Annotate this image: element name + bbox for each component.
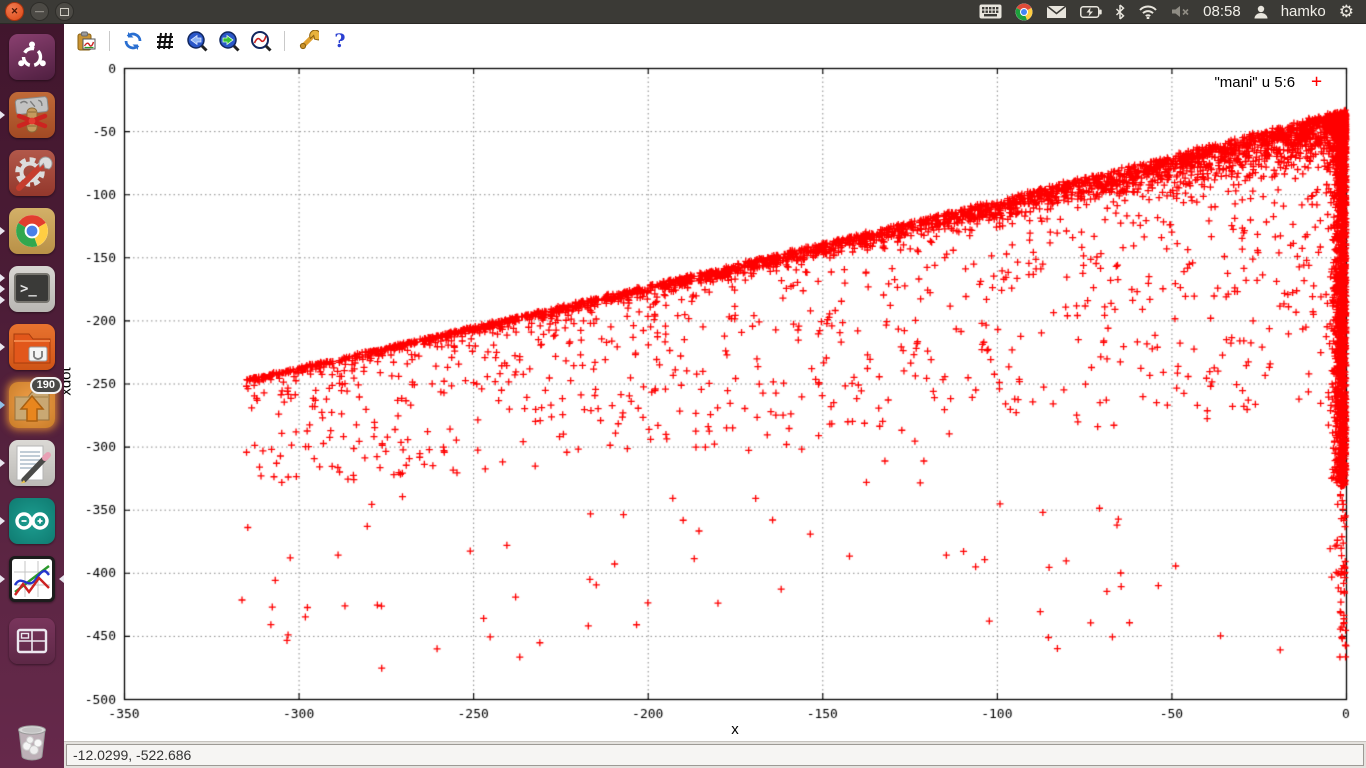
bluetooth-icon[interactable] xyxy=(1115,4,1125,20)
unity-launcher: >_ 190 xyxy=(0,24,64,768)
zoom-next-button[interactable] xyxy=(215,28,243,54)
launcher-item-terminal[interactable]: >_ xyxy=(0,265,64,313)
replot-button[interactable] xyxy=(119,28,147,54)
help-button[interactable]: ? xyxy=(326,28,354,54)
workspace-switcher-icon xyxy=(9,618,55,664)
zoom-button[interactable] xyxy=(247,28,275,54)
toolbar-separator xyxy=(109,31,110,51)
toolbar-separator xyxy=(284,31,285,51)
stone-tablet-icon xyxy=(9,92,55,138)
desktop: ✕ — xyxy=(0,0,1366,768)
settings-gear-icon xyxy=(9,150,55,196)
svg-text:>_: >_ xyxy=(20,281,37,297)
dash-home-icon xyxy=(9,34,55,80)
system-tray: 08:58 hamko ⚙ xyxy=(979,3,1366,21)
session-gear-icon[interactable]: ⚙ xyxy=(1339,3,1354,20)
terminal-icon: >_ xyxy=(9,266,55,312)
volume-muted-icon[interactable] xyxy=(1171,5,1190,18)
launcher-item-dash-home[interactable] xyxy=(0,33,64,81)
legend-marker-plus: + xyxy=(1311,73,1322,91)
launcher-item-gnuplot[interactable] xyxy=(0,555,64,603)
user-icon xyxy=(1254,5,1268,19)
status-bar: -12.0299, -522.686 xyxy=(64,741,1366,768)
copy-plot-button[interactable] xyxy=(72,28,100,54)
focused-window-arrow xyxy=(59,575,64,583)
close-button[interactable]: ✕ xyxy=(5,2,24,21)
launcher-item-system-settings[interactable] xyxy=(0,149,64,197)
maximize-button[interactable] xyxy=(55,2,74,21)
badge-count: 190 xyxy=(30,377,62,394)
folder-network-icon xyxy=(9,324,55,370)
minimize-button[interactable]: — xyxy=(30,2,49,21)
trash-icon xyxy=(9,717,55,763)
gnuplot-window: ? "mani" u 5:6 + x xdot -12.0299, -522.6… xyxy=(64,24,1366,768)
chrome-icon xyxy=(9,208,55,254)
launcher-item-workspace-switcher[interactable] xyxy=(0,617,64,665)
arduino-icon xyxy=(9,498,55,544)
grid-button[interactable] xyxy=(151,28,179,54)
clock[interactable]: 08:58 xyxy=(1203,3,1241,20)
chrome-tray-icon[interactable] xyxy=(1015,3,1033,21)
scatter-plot-canvas[interactable] xyxy=(64,57,1366,741)
launcher-item-folder-network[interactable] xyxy=(0,323,64,371)
window-controls: ✕ — xyxy=(0,2,74,21)
maximize-icon xyxy=(60,8,69,16)
launcher-item-arduino-ide[interactable] xyxy=(0,497,64,545)
launcher-item-text-editor[interactable] xyxy=(0,439,64,487)
gnuplot-icon xyxy=(9,556,55,602)
cursor-coordinates: -12.0299, -522.686 xyxy=(66,744,1364,766)
launcher-item-chrome[interactable] xyxy=(0,207,64,255)
top-panel: ✕ — xyxy=(0,0,1366,24)
legend: "mani" u 5:6 + xyxy=(1214,73,1322,91)
keyboard-icon[interactable] xyxy=(979,4,1002,19)
options-button[interactable] xyxy=(294,28,322,54)
launcher-item-file-sync[interactable]: 190 xyxy=(0,381,64,429)
mail-icon[interactable] xyxy=(1046,5,1067,19)
user-menu[interactable]: hamko xyxy=(1281,3,1326,20)
help-icon: ? xyxy=(334,30,345,52)
launcher-item-stone-tablet-app[interactable] xyxy=(0,91,64,139)
gnuplot-toolbar: ? xyxy=(64,24,1366,57)
x-axis-label: x xyxy=(124,721,1346,738)
text-editor-icon xyxy=(9,440,55,486)
launcher-item-trash[interactable] xyxy=(0,716,64,764)
zoom-previous-button[interactable] xyxy=(183,28,211,54)
wifi-icon[interactable] xyxy=(1138,5,1158,19)
plot-area: "mani" u 5:6 + x xdot xyxy=(64,57,1366,741)
battery-icon[interactable] xyxy=(1080,6,1102,18)
legend-label: "mani" u 5:6 xyxy=(1214,74,1295,91)
